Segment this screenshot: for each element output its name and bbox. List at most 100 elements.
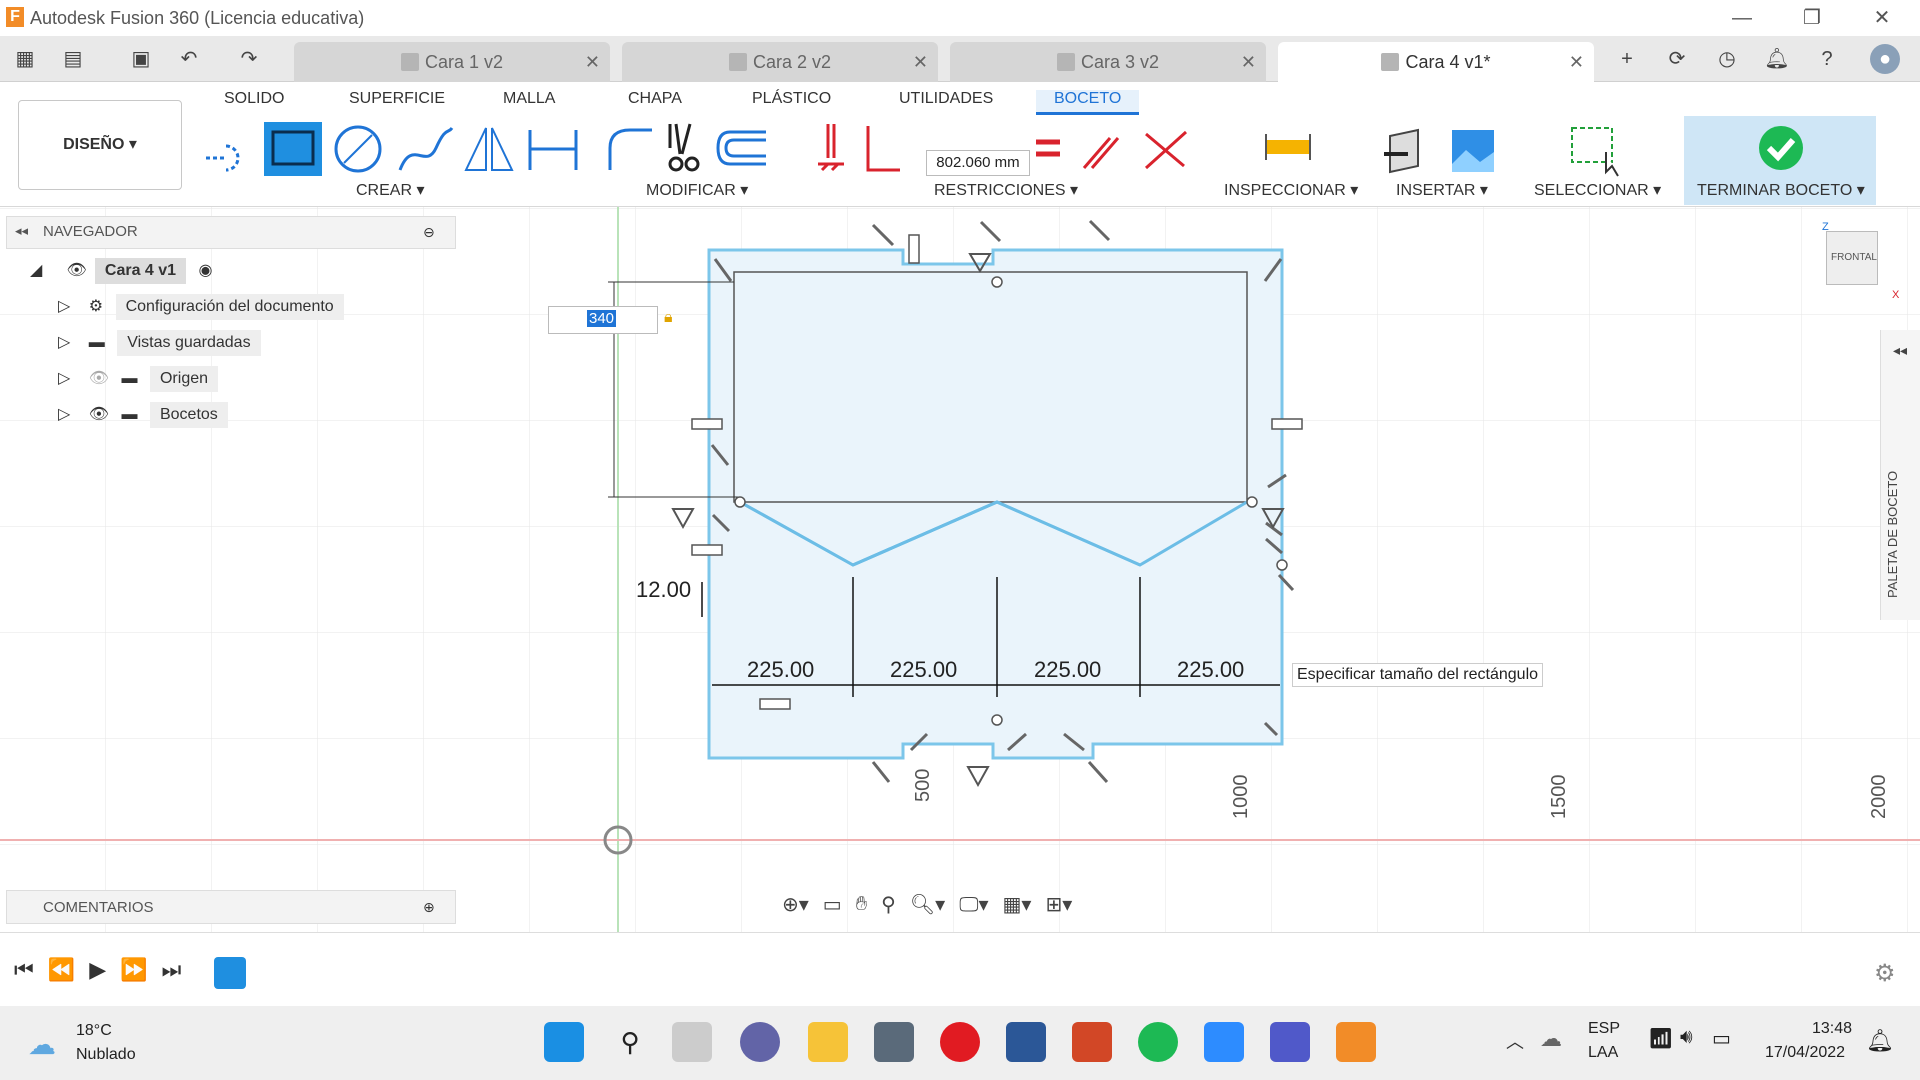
tab-chapa[interactable]: CHAPA [628, 90, 682, 108]
mirror-tool-icon[interactable] [464, 127, 514, 171]
eye-icon[interactable]: 👁︎ [89, 406, 109, 423]
word-icon[interactable] [1006, 1022, 1046, 1062]
start-icon[interactable] [544, 1022, 584, 1062]
tray-chevron-icon[interactable]: ︿ [1506, 1028, 1524, 1054]
width-dimension-3[interactable]: 225.00 [1034, 657, 1101, 683]
teams-icon[interactable] [1270, 1022, 1310, 1062]
tab-malla[interactable]: MALLA [503, 90, 555, 108]
trim-tool-icon[interactable] [668, 123, 700, 172]
perpendicular-constraint-icon[interactable] [866, 126, 900, 172]
activate-icon[interactable]: ◉ [199, 260, 213, 280]
viewports-icon[interactable]: ⊞▾ [1045, 892, 1072, 917]
inspeccionar-menu[interactable]: INSPECCIONAR ▾ [1224, 180, 1358, 200]
spotify-icon[interactable] [1138, 1022, 1178, 1062]
tree-item-saved-views[interactable]: ▷ ▬ Vistas guardadas [58, 330, 378, 360]
tab-cara-2[interactable]: Cara 2 v2 ✕ [622, 42, 938, 82]
file-explorer-icon[interactable] [808, 1022, 848, 1062]
notifications-icon[interactable]: 🔔︎ [1762, 44, 1792, 74]
fix-constraint-icon[interactable] [818, 124, 844, 172]
eye-icon[interactable]: 👁︎ [66, 260, 90, 280]
tree-item-origin[interactable]: ▷ 👁︎ ▬ Origen [58, 366, 378, 396]
eye-hidden-icon[interactable]: 👁︎ [89, 370, 109, 387]
close-tab-icon[interactable]: ✕ [1569, 42, 1584, 82]
fillet-tool-icon[interactable] [608, 128, 652, 170]
width-dimension-2[interactable]: 225.00 [890, 657, 957, 683]
restricciones-menu[interactable]: RESTRICCIONES ▾ [934, 180, 1078, 200]
tab-cara-1[interactable]: Cara 1 v2 ✕ [294, 42, 610, 82]
tab-utilidades[interactable]: UTILIDADES [899, 90, 993, 108]
avatar[interactable]: ● [1870, 44, 1900, 74]
perp-lines-icon[interactable] [1144, 130, 1188, 170]
circle-tool-icon[interactable] [334, 125, 382, 173]
sync-icon[interactable]: ⟳ [1662, 44, 1692, 74]
undo-icon[interactable]: ↶ [174, 44, 204, 74]
pan-icon[interactable]: ✋︎ [856, 893, 867, 916]
fusion360-taskbar-icon[interactable] [1336, 1022, 1376, 1062]
seleccionar-menu[interactable]: SELECCIONAR ▾ [1534, 180, 1661, 200]
help-icon[interactable]: ? [1812, 44, 1842, 74]
plus-icon[interactable]: ⊕ [423, 899, 435, 916]
browser-panel-header[interactable]: ◂◂ NAVEGADOR ⊖ [6, 216, 456, 249]
workspace-selector[interactable]: DISEÑO ▾ [18, 100, 182, 190]
collapse-icon[interactable]: ◂◂ [15, 223, 28, 239]
tab-boceto[interactable]: BOCETO [1036, 90, 1140, 115]
dimension-tool-icon[interactable] [528, 130, 578, 170]
notification-bell-icon[interactable]: 🔔︎ [1866, 1028, 1894, 1054]
height-dimension-input[interactable]: 340 [548, 306, 658, 334]
file-menu-icon[interactable]: ▤ [58, 44, 88, 74]
onedrive-icon[interactable]: ☁︎ [1540, 1026, 1562, 1052]
insertar-menu[interactable]: INSERTAR ▾ [1396, 180, 1488, 200]
clock-date[interactable]: 17/04/2022 [1765, 1044, 1845, 1062]
calculator-icon[interactable] [874, 1022, 914, 1062]
timeline-settings-icon[interactable]: ⚙︎ [1874, 959, 1896, 988]
play-icon[interactable]: ▶ [89, 957, 106, 983]
parallel-constraint-icon[interactable] [1082, 137, 1120, 169]
tab-cara-4[interactable]: Cara 4 v1* ✕ [1278, 42, 1594, 82]
go-to-end-icon[interactable]: ⏭ [162, 957, 182, 983]
opera-icon[interactable] [940, 1022, 980, 1062]
expand-icon[interactable]: ▷ [58, 334, 70, 351]
insert-component-icon[interactable] [1384, 128, 1419, 174]
minus-icon[interactable]: ⊖ [423, 224, 435, 241]
expand-icon[interactable]: ▷ [58, 406, 70, 423]
sketch-palette[interactable]: ◂◂ PALETA DE BOCETO [1880, 330, 1920, 620]
expand-icon[interactable]: ▷ [58, 370, 70, 387]
expand-palette-icon[interactable]: ◂◂ [1893, 342, 1907, 359]
grid-settings-icon[interactable]: ▦▾ [1003, 892, 1032, 917]
task-view-icon[interactable] [672, 1022, 712, 1062]
expand-icon[interactable]: ◢ [30, 260, 48, 280]
wifi-icon[interactable]: 📶︎ [1648, 1026, 1673, 1051]
search-icon[interactable]: ⚲ [610, 1022, 650, 1062]
volume-icon[interactable]: 🔊︎ [1680, 1026, 1693, 1049]
minimize-icon[interactable]: — [1722, 4, 1762, 32]
expand-icon[interactable]: ▷ [58, 298, 70, 315]
clock-time[interactable]: 13:48 [1812, 1020, 1852, 1038]
insert-image-icon[interactable] [1452, 130, 1494, 172]
close-icon[interactable]: ✕ [1862, 4, 1902, 32]
job-status-icon[interactable]: ◷ [1712, 44, 1742, 74]
look-at-icon[interactable]: ▭ [823, 892, 842, 917]
language-bottom[interactable]: LAA [1588, 1044, 1618, 1062]
zoom-icon[interactable]: ⚲ [881, 892, 896, 917]
line-tool-icon[interactable] [206, 144, 240, 172]
redo-icon[interactable]: ↷ [234, 44, 264, 74]
close-tab-icon[interactable]: ✕ [913, 42, 928, 82]
close-tab-icon[interactable]: ✕ [585, 42, 600, 82]
select-tool-icon[interactable] [1571, 127, 1619, 177]
tab-cara-3[interactable]: Cara 3 v2 ✕ [950, 42, 1266, 82]
rectangle-tool-icon[interactable] [264, 122, 322, 176]
orbit-icon[interactable]: ⊕▾ [782, 892, 809, 917]
tree-item-document-settings[interactable]: ▷ ⚙︎ Configuración del documento [58, 294, 378, 324]
apps-grid-icon[interactable]: ▦ [10, 44, 40, 74]
step-forward-icon[interactable]: ⏩ [120, 957, 147, 983]
battery-icon[interactable]: ▭ [1712, 1026, 1731, 1051]
offset-dimension[interactable]: 12.00 [636, 577, 691, 603]
tab-solido[interactable]: SOLIDO [224, 90, 284, 108]
width-dimension-4[interactable]: 225.00 [1177, 657, 1244, 683]
fit-icon[interactable]: 🔍︎▾ [910, 892, 945, 917]
measure-tool-icon[interactable] [1265, 134, 1311, 160]
tree-root[interactable]: ◢ 👁︎ Cara 4 v1 ◉ [30, 258, 290, 288]
equal-constraint-icon[interactable] [1036, 139, 1060, 157]
tab-superficie[interactable]: SUPERFICIE [349, 90, 445, 108]
close-tab-icon[interactable]: ✕ [1241, 42, 1256, 82]
